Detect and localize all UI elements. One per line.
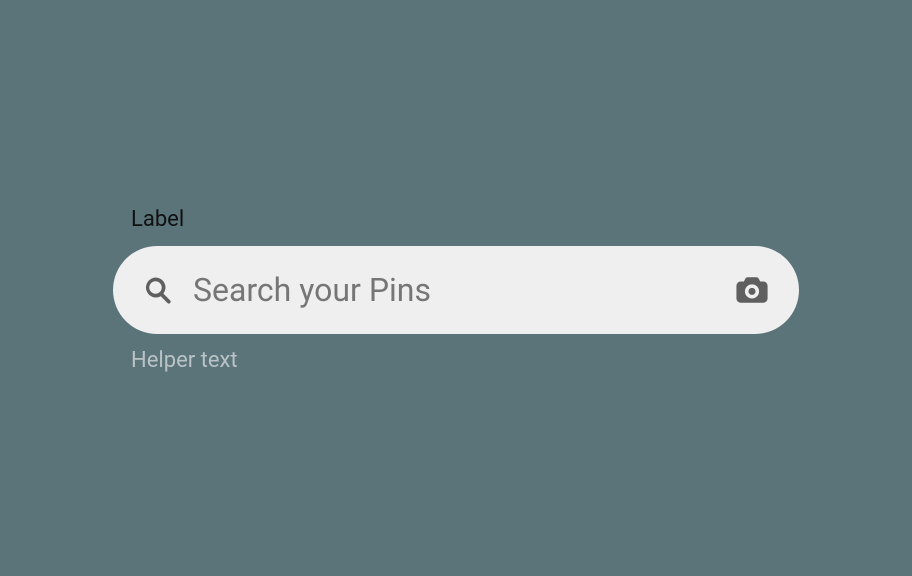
camera-icon[interactable] <box>735 273 769 307</box>
search-input[interactable] <box>193 271 735 309</box>
search-container: Label Helper text <box>113 207 799 373</box>
search-field[interactable] <box>113 246 799 334</box>
search-label: Label <box>131 207 799 232</box>
helper-text: Helper text <box>131 348 799 373</box>
search-icon <box>143 275 173 305</box>
